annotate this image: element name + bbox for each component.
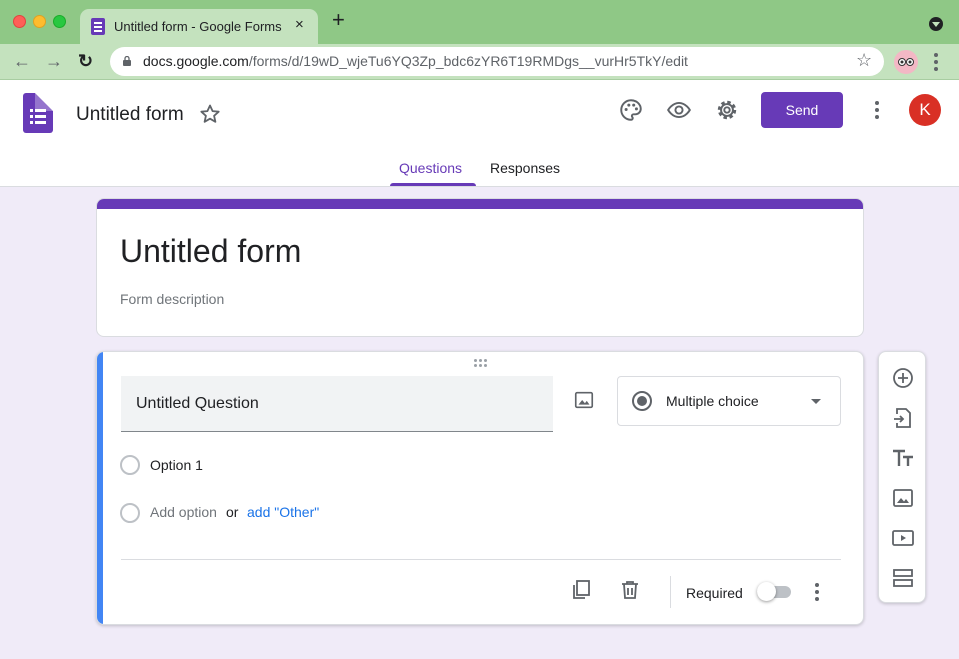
- add-title-icon[interactable]: [891, 446, 915, 470]
- question-card[interactable]: Untitled Question Multiple choice Option…: [96, 351, 864, 625]
- add-option-input[interactable]: Add option: [150, 504, 217, 520]
- required-label: Required: [686, 585, 743, 601]
- window-close-button[interactable]: [13, 15, 26, 28]
- browser-menu-icon[interactable]: [934, 53, 938, 74]
- title-card-accent: [97, 199, 863, 209]
- question-title-input[interactable]: Untitled Question: [121, 376, 553, 432]
- new-tab-button[interactable]: +: [332, 9, 345, 31]
- add-option-radio-icon: [120, 503, 140, 523]
- toggle-knob: [757, 582, 776, 601]
- tab-title: Untitled form - Google Forms: [114, 19, 282, 34]
- question-title-text: Untitled Question: [136, 395, 259, 412]
- question-focus-indicator: [97, 352, 103, 624]
- bookmark-star-icon[interactable]: ☆: [856, 50, 872, 71]
- add-question-icon[interactable]: [891, 366, 915, 390]
- add-video-icon[interactable]: [891, 526, 915, 550]
- add-image-icon[interactable]: [573, 389, 595, 411]
- form-title-input[interactable]: Untitled form: [120, 233, 301, 270]
- question-more-icon[interactable]: [815, 583, 819, 604]
- import-questions-icon[interactable]: [891, 406, 915, 430]
- add-image-icon[interactable]: [891, 486, 915, 510]
- dropdown-caret-icon: [811, 399, 821, 404]
- user-avatar[interactable]: K: [909, 94, 941, 126]
- url-text: docs.google.com/forms/d/19wD_wjeTu6YQ3Zp…: [143, 53, 688, 69]
- app-header: Untitled form Send K Questions Responses: [0, 80, 959, 187]
- address-bar[interactable]: docs.google.com/forms/d/19wD_wjeTu6YQ3Zp…: [110, 47, 884, 76]
- form-title-card: Untitled form Form description: [96, 198, 864, 337]
- footer-separator: [670, 576, 671, 608]
- multiple-choice-icon: [632, 391, 652, 411]
- settings-gear-icon[interactable]: [714, 97, 740, 123]
- browser-profile-avatar[interactable]: [894, 50, 918, 74]
- side-toolbar: [878, 351, 926, 603]
- reload-button[interactable]: ↻: [78, 51, 93, 71]
- or-label: or: [226, 504, 239, 520]
- url-path: /forms/d/19wD_wjeTu6YQ3Zp_bdc6zYR6T19RMD…: [248, 53, 688, 69]
- document-title[interactable]: Untitled form: [76, 104, 184, 126]
- tab-search-icon[interactable]: [929, 17, 943, 31]
- back-button[interactable]: ←: [13, 51, 31, 71]
- add-other-link[interactable]: add "Other": [247, 504, 319, 520]
- browser-tab[interactable]: Untitled form - Google Forms ×: [80, 9, 318, 44]
- add-section-icon[interactable]: [891, 566, 915, 590]
- palette-icon[interactable]: [618, 97, 644, 123]
- send-button[interactable]: Send: [761, 92, 843, 128]
- duplicate-icon[interactable]: [569, 578, 593, 602]
- star-icon[interactable]: [198, 102, 222, 126]
- form-description-input[interactable]: Form description: [120, 291, 224, 307]
- drag-handle-icon[interactable]: [474, 359, 490, 369]
- browser-tab-bar: Untitled form - Google Forms × +: [0, 0, 959, 44]
- window-minimize-button[interactable]: [33, 15, 46, 28]
- question-type-label: Multiple choice: [666, 393, 759, 409]
- tab-responses[interactable]: Responses: [490, 160, 560, 176]
- option-1-input[interactable]: Option 1: [150, 457, 203, 473]
- active-tab-indicator: [390, 183, 476, 186]
- question-footer-divider: [121, 559, 841, 560]
- tab-questions[interactable]: Questions: [399, 160, 462, 176]
- preview-eye-icon[interactable]: [666, 97, 692, 123]
- delete-trash-icon[interactable]: [618, 578, 642, 602]
- google-forms-logo-icon[interactable]: [23, 93, 53, 133]
- option-radio-icon: [120, 455, 140, 475]
- forward-button[interactable]: →: [45, 51, 63, 71]
- tab-close-icon[interactable]: ×: [295, 16, 304, 33]
- question-type-dropdown[interactable]: Multiple choice: [617, 376, 841, 426]
- lock-icon: [123, 56, 131, 66]
- window-zoom-button[interactable]: [53, 15, 66, 28]
- more-options-icon[interactable]: [875, 101, 879, 122]
- required-toggle[interactable]: [757, 582, 793, 601]
- forms-favicon-icon: [91, 18, 105, 35]
- browser-toolbar: ← → ↻ docs.google.com/forms/d/19wD_wjeTu…: [0, 44, 959, 80]
- url-host: docs.google.com: [143, 53, 249, 69]
